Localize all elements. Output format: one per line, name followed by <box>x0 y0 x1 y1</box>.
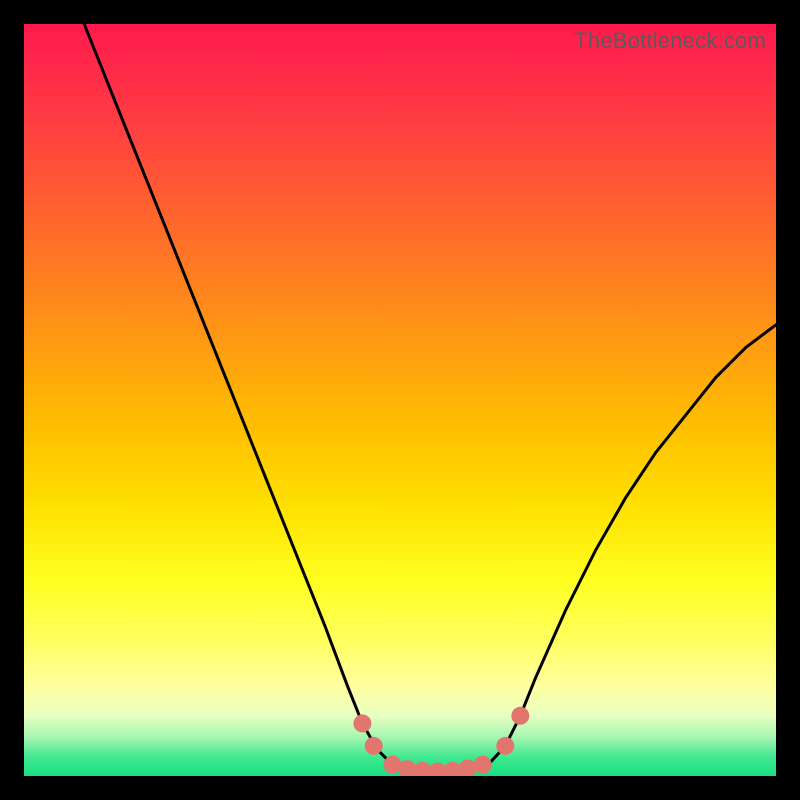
plot-area: TheBottleneck.com <box>24 24 776 776</box>
right-curve-path <box>490 325 776 763</box>
highlight-marker <box>496 737 514 755</box>
highlight-marker <box>414 762 432 776</box>
highlight-marker <box>511 707 529 725</box>
highlight-marker <box>353 714 371 732</box>
highlight-marker <box>459 760 477 777</box>
marker-group <box>353 707 529 776</box>
left-curve-path <box>84 24 392 765</box>
bottleneck-curve <box>24 24 776 776</box>
chart-frame: TheBottleneck.com <box>0 0 800 800</box>
highlight-marker <box>365 737 383 755</box>
highlight-marker <box>474 756 492 774</box>
